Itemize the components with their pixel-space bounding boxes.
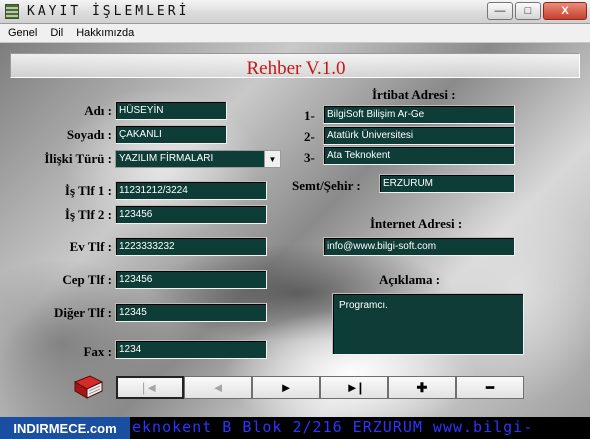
menu-bar: Genel Dil Hakkımızda	[0, 24, 590, 43]
app-icon	[5, 4, 19, 19]
next-record-button[interactable]: ►	[252, 376, 320, 399]
is-tlf1-label: İş Tlf 1 :	[64, 183, 112, 198]
record-navigator: |◄ ◄ ► ►| ✚ ━	[116, 376, 524, 399]
first-record-button[interactable]: |◄	[116, 376, 184, 399]
cep-tlf-field[interactable]: 123456	[115, 270, 267, 289]
address-line2-number: 2-	[304, 129, 315, 144]
fax-label: Fax :	[83, 344, 112, 359]
internet-adresi-heading: İnternet Adresi :	[370, 216, 463, 231]
add-record-button[interactable]: ✚	[388, 376, 456, 399]
iliski-turu-label: İlişki Türü :	[44, 151, 112, 166]
app-heading: Rehber V.1.0	[246, 58, 346, 79]
fax-field[interactable]: 1234	[115, 340, 267, 359]
delete-record-button[interactable]: ━	[456, 376, 524, 399]
semt-sehir-field[interactable]: ERZURUM	[379, 174, 515, 193]
address-line1-field[interactable]: BilgiSoft Bilişim Ar-Ge	[323, 105, 515, 124]
diger-tlf-field[interactable]: 12345	[115, 303, 267, 322]
close-button[interactable]: X	[543, 2, 587, 20]
chevron-down-icon[interactable]: ▼	[264, 151, 280, 167]
header-panel: Rehber V.1.0	[10, 53, 580, 79]
irtibat-adresi-heading: İrtibat Adresi :	[372, 87, 456, 102]
adi-field[interactable]: HÜSEYİN	[115, 101, 227, 120]
menu-genel[interactable]: Genel	[8, 27, 37, 39]
is-tlf2-field[interactable]: 123456	[115, 205, 267, 224]
cep-tlf-label: Cep Tlf :	[62, 272, 112, 287]
aciklama-textarea[interactable]: Programcı.	[332, 293, 524, 355]
menu-hakkimizda[interactable]: Hakkımızda	[76, 27, 134, 39]
aciklama-heading: Açıklama :	[379, 272, 441, 287]
iliski-turu-value: YAZILIM FİRMALARI	[119, 153, 214, 164]
status-ticker: eknokent B Blok 2/216 ERZURUM www.bilgi-	[132, 418, 534, 436]
minimize-button[interactable]: —	[487, 2, 513, 20]
window-title: KAYIT İŞLEMLERİ	[27, 4, 190, 19]
ev-tlf-label: Ev Tlf :	[69, 239, 112, 254]
soyadi-label: Soyadı :	[66, 127, 112, 142]
watermark-label: INDIRMECE.com	[0, 417, 130, 439]
last-record-button[interactable]: ►|	[320, 376, 388, 399]
menu-dil[interactable]: Dil	[50, 27, 63, 39]
is-tlf2-label: İş Tlf 2 :	[64, 207, 112, 222]
title-bar: KAYIT İŞLEMLERİ — □ X	[0, 0, 590, 24]
internet-adresi-field[interactable]: info@www.bilgi-soft.com	[323, 237, 515, 256]
address-line1-number: 1-	[304, 108, 315, 123]
previous-record-button[interactable]: ◄	[184, 376, 252, 399]
semt-sehir-label: Semt/Şehir :	[292, 178, 361, 193]
soyadi-field[interactable]: ÇAKANLI	[115, 125, 227, 144]
book-icon[interactable]	[72, 374, 104, 402]
address-line3-field[interactable]: Ata Teknokent	[323, 146, 515, 165]
adi-label: Adı :	[84, 103, 112, 118]
ev-tlf-field[interactable]: 1223333232	[115, 237, 267, 256]
iliski-turu-select[interactable]: YAZILIM FİRMALARI ▼	[115, 150, 281, 168]
address-line3-number: 3-	[304, 150, 315, 165]
diger-tlf-label: Diğer Tlf :	[53, 305, 112, 320]
is-tlf1-field[interactable]: 11231212/3224	[115, 181, 267, 200]
address-line2-field[interactable]: Atatürk Üniversitesi	[323, 126, 515, 145]
maximize-button[interactable]: □	[515, 2, 541, 20]
